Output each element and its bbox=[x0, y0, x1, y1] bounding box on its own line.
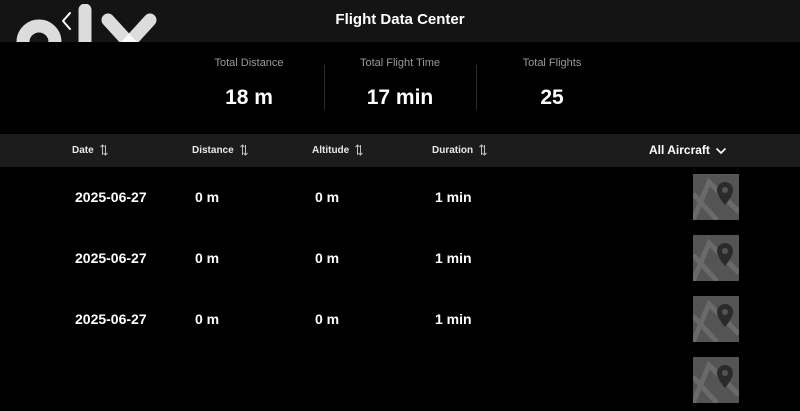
column-header-duration[interactable]: Duration bbox=[432, 134, 487, 167]
map-thumbnail[interactable] bbox=[693, 296, 739, 342]
aircraft-filter-label: All Aircraft bbox=[649, 143, 710, 157]
sort-icon[interactable] bbox=[99, 144, 108, 157]
map-pin-icon bbox=[693, 238, 739, 281]
flight-list: 2025-06-27 0 m 0 m 1 min 2025-06-27 0 m … bbox=[0, 167, 800, 411]
cell-duration: 1 min bbox=[435, 250, 472, 266]
map-pin-icon bbox=[693, 177, 739, 220]
chevron-down-icon bbox=[716, 148, 726, 154]
column-header-distance[interactable]: Distance bbox=[192, 134, 248, 167]
cell-duration: 1 min bbox=[435, 311, 472, 327]
cell-duration: 1 min bbox=[435, 189, 472, 205]
column-label: Duration bbox=[432, 145, 474, 156]
aircraft-filter-dropdown[interactable]: All Aircraft bbox=[649, 134, 726, 167]
map-pin-icon bbox=[693, 299, 739, 342]
stat-total-distance: Total Distance 18 m bbox=[174, 42, 324, 110]
table-row[interactable]: 2025-06-27 0 m 0 m 1 min bbox=[0, 167, 800, 228]
sort-icon[interactable] bbox=[355, 144, 364, 157]
flight-stats: Total Distance 18 m Total Flight Time 17… bbox=[0, 42, 800, 134]
stat-label: Total Flights bbox=[522, 57, 582, 69]
table-row[interactable]: 2025-06-27 0 m 0 m 1 min bbox=[0, 289, 800, 350]
column-header-altitude[interactable]: Altitude bbox=[312, 134, 364, 167]
stat-total-flights: Total Flights 25 bbox=[477, 42, 627, 110]
cell-date: 2025-06-27 bbox=[75, 311, 147, 327]
column-label: Date bbox=[72, 145, 94, 156]
map-thumbnail[interactable] bbox=[693, 235, 739, 281]
cell-date: 2025-06-27 bbox=[75, 189, 147, 205]
stat-value: 25 bbox=[540, 86, 564, 109]
cell-date: 2025-06-27 bbox=[75, 250, 147, 266]
table-row[interactable]: 2025-06-27 0 m 0 m 1 min bbox=[0, 228, 800, 289]
stat-value: 17 min bbox=[366, 86, 434, 109]
cell-altitude: 0 m bbox=[315, 189, 340, 205]
column-label: Distance bbox=[192, 145, 234, 156]
sort-icon[interactable] bbox=[239, 144, 248, 157]
stat-value: 18 m bbox=[225, 86, 273, 109]
stat-label: Total Distance bbox=[214, 57, 284, 69]
map-pin-icon bbox=[693, 360, 739, 403]
cell-distance: 0 m bbox=[195, 189, 220, 205]
table-header: Date Distance Altitude Duration All Airc… bbox=[0, 134, 800, 167]
map-thumbnail[interactable] bbox=[693, 357, 739, 403]
cell-distance: 0 m bbox=[195, 311, 220, 327]
map-thumbnail[interactable] bbox=[693, 174, 739, 220]
page-title: Flight Data Center bbox=[335, 11, 465, 28]
top-bar: Flight Data Center bbox=[0, 0, 800, 42]
stat-label: Total Flight Time bbox=[359, 57, 441, 69]
table-row[interactable] bbox=[0, 350, 800, 411]
cell-altitude: 0 m bbox=[315, 311, 340, 327]
sort-icon[interactable] bbox=[479, 144, 487, 157]
cell-altitude: 0 m bbox=[315, 250, 340, 266]
stat-total-flight-time: Total Flight Time 17 min bbox=[325, 42, 475, 110]
column-label: Altitude bbox=[312, 145, 350, 156]
column-header-date[interactable]: Date bbox=[72, 134, 108, 167]
cell-distance: 0 m bbox=[195, 250, 220, 266]
